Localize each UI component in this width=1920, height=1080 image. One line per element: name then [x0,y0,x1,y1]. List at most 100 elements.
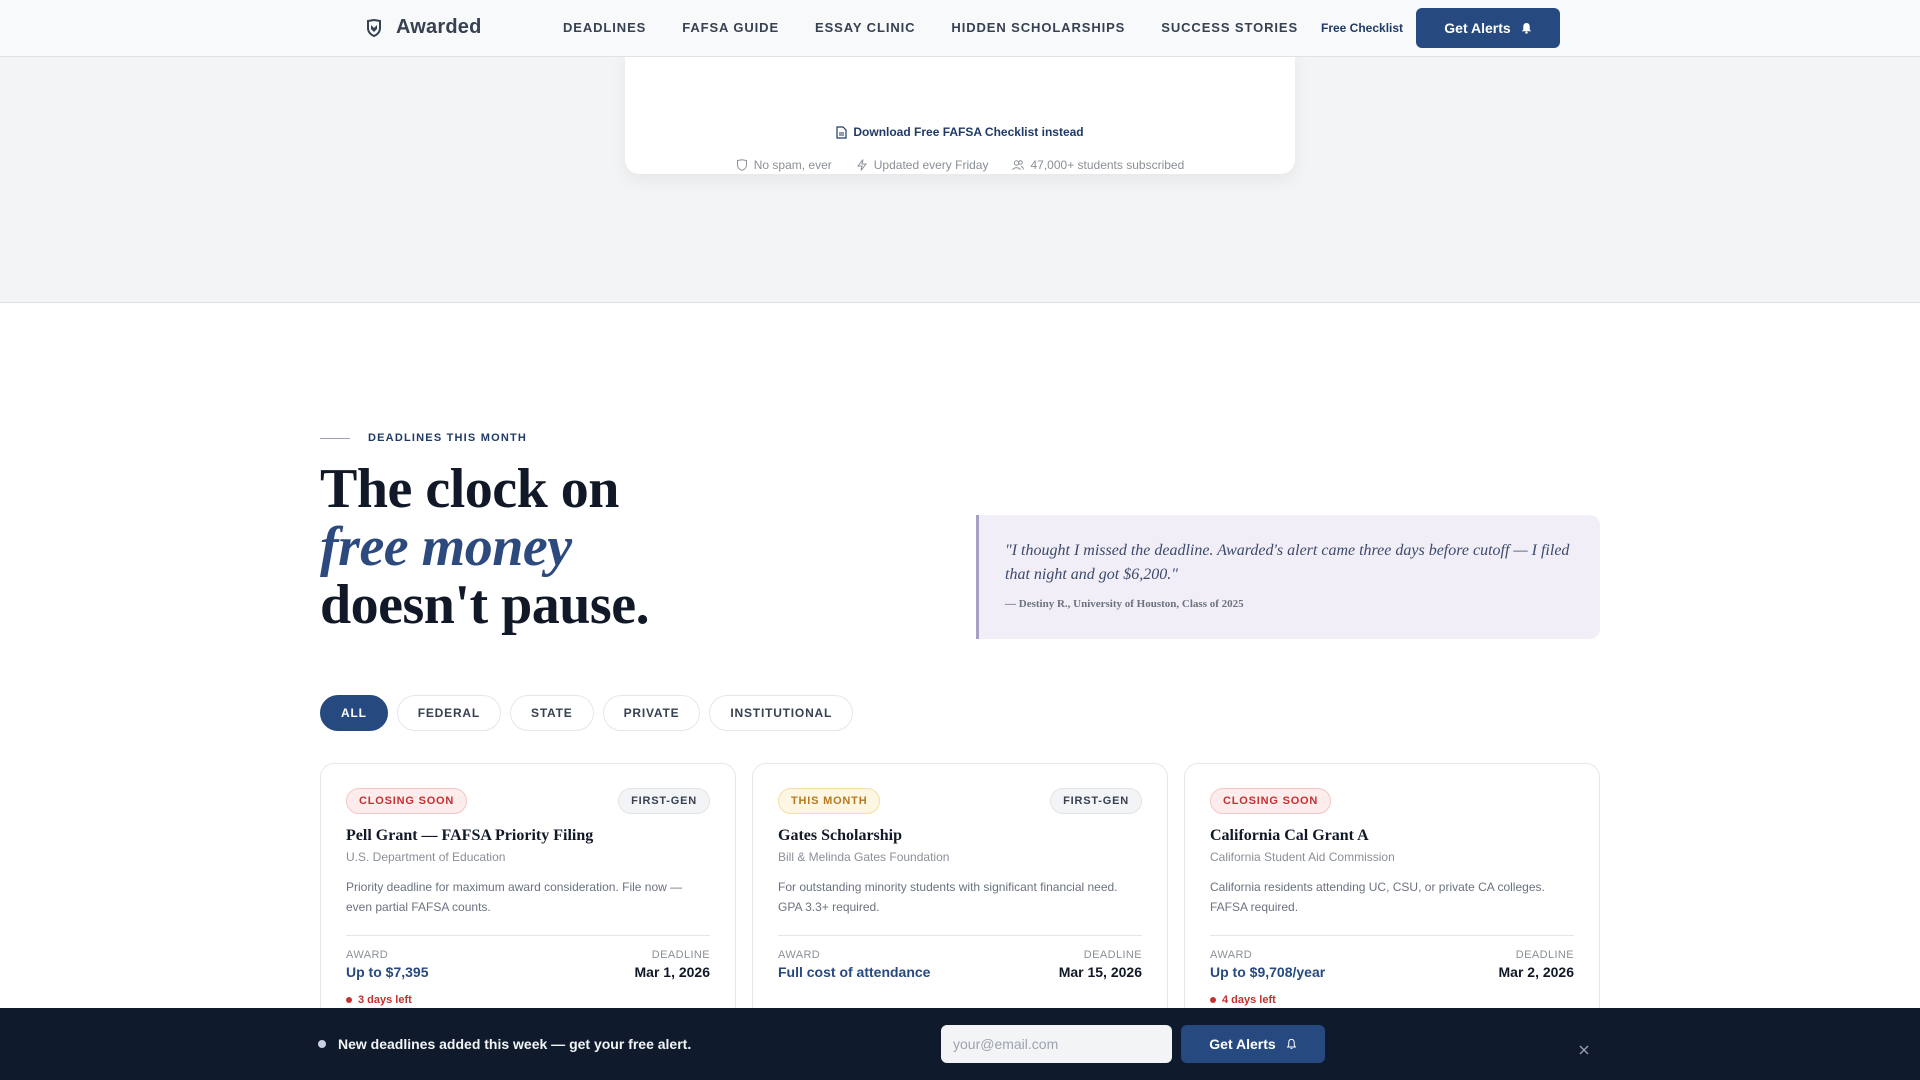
headline-line-3: doesn't pause. [320,574,650,636]
status-badge: CLOSING SOON [346,788,468,814]
award-value: Full cost of attendance [778,964,931,980]
sticky-signup-bar: New deadlines added this week — get your… [0,1008,1920,1080]
brand-name: Awarded [396,16,482,38]
shield-check-icon [367,18,381,37]
quote-author: — Destiny R., University of Houston, Cla… [1005,598,1244,610]
headline-line-1: The clock on [320,458,619,520]
scholarship-card[interactable]: THIS MONTH FIRST-GEN Gates Scholarship B… [752,763,1168,1023]
nav-link-fafsa-guide[interactable]: FAFSA GUIDE [682,20,779,35]
headline-accent: free money [320,516,572,578]
award-value: Up to $7,395 [346,964,429,980]
award-value: Up to $9,708/year [1210,964,1326,980]
eyebrow-label: DEADLINES THIS MONTH [368,432,528,444]
document-icon [836,125,847,139]
nav-link-hidden-scholarships[interactable]: HIDDEN SCHOLARSHIPS [951,20,1125,35]
card-divider [346,935,710,936]
award-block: AWARD Full cost of attendance [778,949,930,980]
section-headline: The clock on free money doesn't pause. [320,458,650,636]
get-alerts-button[interactable]: Get Alerts [1416,8,1560,48]
deadline-value: Mar 2, 2026 [1498,964,1575,980]
free-checklist-link[interactable]: Free Checklist [1321,21,1403,35]
trust-item-subscribers: 47,000+ students subscribed [1012,158,1184,172]
bell-outline-icon [1286,1038,1296,1049]
deadline-value: Mar 1, 2026 [634,964,711,980]
card-divider [1210,935,1574,936]
users-icon [1012,160,1025,171]
card-badges: CLOSING SOON [1210,788,1574,814]
bell-icon [1521,22,1531,34]
award-block: AWARD Up to $7,395 [346,949,428,980]
urgency-dot-icon [346,997,352,1003]
scholarship-card[interactable]: CLOSING SOON California Cal Grant A Cali… [1184,763,1600,1023]
deadline-label: DEADLINE [1515,949,1574,961]
nav-link-deadlines[interactable]: DEADLINES [563,20,646,35]
card-title: Pell Grant — FAFSA Priority Filing [346,827,594,844]
deadline-block: DEADLINE Mar 15, 2026 [1059,949,1142,980]
trust-text: No spam, ever [753,158,832,172]
close-icon[interactable] [1578,1044,1590,1056]
card-divider [778,935,1142,936]
brand-logo[interactable]: Awarded [366,16,482,39]
award-label: AWARD [1210,949,1253,961]
nav-link-essay-clinic[interactable]: ESSAY CLINIC [815,20,915,35]
trust-text: 47,000+ students subscribed [1030,158,1185,172]
award-label: AWARD [778,949,821,961]
nav-link-success-stories[interactable]: SUCCESS STORIES [1161,20,1298,35]
nav-links: DEADLINES FAFSA GUIDE ESSAY CLINIC HIDDE… [563,20,1298,35]
filter-institutional[interactable]: INSTITUTIONAL [709,695,854,731]
signup-card: Download Free FAFSA Checklist instead [625,45,1295,174]
download-checklist-link[interactable]: Download Free FAFSA Checklist instead [625,125,1295,139]
card-org: California Student Aid Commission [1210,850,1395,864]
bar-get-alerts-label: Get Alerts [1209,1036,1276,1052]
trust-item-updated: Updated every Friday [856,158,989,172]
shield-icon [736,159,747,171]
bar-get-alerts-button[interactable]: Get Alerts [1181,1025,1325,1063]
urgency-dot-icon [1210,997,1216,1003]
days-left: 4 days left [1210,994,1276,1006]
award-label: AWARD [346,949,389,961]
days-left: 3 days left [346,994,412,1006]
days-left-text: 3 days left [358,994,412,1006]
deadline-block: DEADLINE Mar 1, 2026 [635,949,711,980]
deadline-label: DEADLINE [1083,949,1142,961]
trust-text: Updated every Friday [873,158,989,172]
filter-tabs: ALL FEDERAL STATE PRIVATE INSTITUTIONAL [320,695,854,731]
award-block: AWARD Up to $9,708/year [1210,949,1325,980]
filter-federal[interactable]: FEDERAL [396,695,502,731]
hero-section: Download Free FAFSA Checklist instead No… [0,45,1920,303]
bar-message: New deadlines added this week — get your… [318,1036,691,1052]
card-title: California Cal Grant A [1210,827,1369,844]
card-org: Bill & Melinda Gates Foundation [778,850,950,864]
status-dot-icon [318,1040,326,1048]
tag-badge: FIRST-GEN [618,788,710,814]
deadline-cards: CLOSING SOON FIRST-GEN Pell Grant — FAFS… [320,763,1600,1023]
lightning-icon [856,159,867,171]
status-badge: CLOSING SOON [1210,788,1332,814]
card-meta: AWARD Up to $9,708/year DEADLINE Mar 2, … [1210,949,1574,980]
card-description: California residents attending UC, CSU, … [1210,880,1545,914]
scholarship-card[interactable]: CLOSING SOON FIRST-GEN Pell Grant — FAFS… [320,763,736,1023]
card-title: Gates Scholarship [778,827,903,844]
card-badges: THIS MONTH FIRST-GEN [778,788,1142,814]
tag-badge: FIRST-GEN [1050,788,1142,814]
testimonial-quote: "I thought I missed the deadline. Awarde… [976,515,1600,639]
email-input[interactable] [941,1025,1172,1063]
get-alerts-label: Get Alerts [1444,20,1511,36]
eyebrow-divider [320,437,350,439]
status-badge: THIS MONTH [778,788,881,814]
card-meta: AWARD Up to $7,395 DEADLINE Mar 1, 2026 [346,949,710,980]
card-org: U.S. Department of Education [346,850,506,864]
trust-item-no-spam: No spam, ever [736,158,832,172]
days-left-text: 4 days left [1222,994,1276,1006]
deadline-block: DEADLINE Mar 2, 2026 [1499,949,1575,980]
filter-state[interactable]: STATE [510,695,594,731]
filter-all[interactable]: ALL [320,695,388,731]
card-description: For outstanding minority students with s… [778,880,1118,914]
filter-private[interactable]: PRIVATE [602,695,701,731]
deadline-label: DEADLINE [651,949,710,961]
section-eyebrow: DEADLINES THIS MONTH [320,432,527,444]
trust-row: No spam, ever Updated every Friday 47,00… [0,158,1920,172]
top-nav: Awarded DEADLINES FAFSA GUIDE ESSAY CLIN… [0,0,1920,57]
download-link-label: Download Free FAFSA Checklist instead [853,125,1084,139]
bar-message-text: New deadlines added this week — get your… [338,1036,692,1052]
